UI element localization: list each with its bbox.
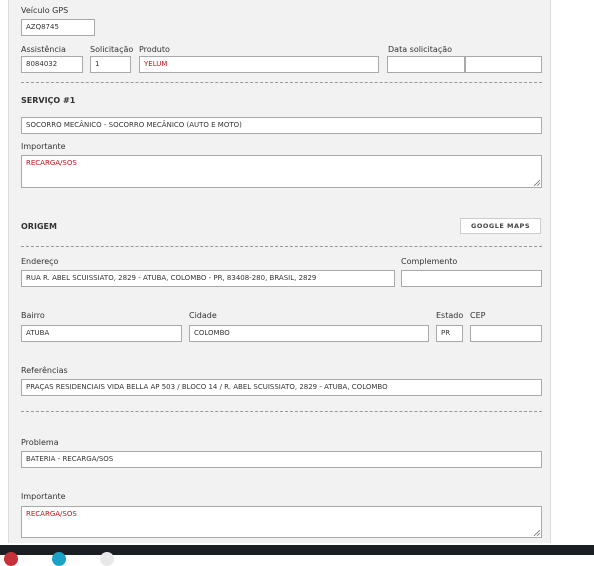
complemento-label: Complemento: [401, 257, 458, 266]
resize-grip-icon[interactable]: [534, 530, 540, 536]
divider: [21, 411, 542, 412]
problem-importante-text: RECARGA/SOS: [26, 510, 77, 518]
problema-field[interactable]: BATERIA - RECARGA/SOS: [21, 451, 542, 468]
service-importante-text: RECARGA/SOS: [26, 159, 77, 167]
resize-grip-icon[interactable]: [534, 180, 540, 186]
data-solicitacao-time-field[interactable]: [465, 56, 542, 73]
referencias-field[interactable]: PRAÇAS RESIDENCIAIS VIDA BELLA AP 503 / …: [21, 379, 542, 396]
divider: [21, 82, 542, 83]
endereco-label: Endereço: [21, 257, 59, 266]
problema-label: Problema: [21, 438, 59, 447]
problem-importante-label: Importante: [21, 492, 66, 501]
produto-field[interactable]: YELUM: [139, 56, 379, 73]
bairro-label: Bairro: [21, 311, 45, 320]
cep-label: CEP: [470, 311, 486, 320]
google-maps-button[interactable]: GOOGLE MAPS: [460, 218, 541, 234]
cep-field[interactable]: [470, 325, 542, 342]
divider: [21, 246, 542, 247]
produto-label: Produto: [139, 45, 170, 54]
complemento-field[interactable]: [401, 270, 542, 287]
service-importante-label: Importante: [21, 142, 66, 151]
service-importante-textarea[interactable]: RECARGA/SOS: [21, 155, 542, 188]
assistencia-field[interactable]: 8084032: [21, 56, 83, 73]
data-solicitacao-label: Data solicitação: [388, 45, 453, 54]
estado-field[interactable]: PR: [436, 325, 463, 342]
taskbar: [0, 545, 594, 555]
app-icon[interactable]: [100, 552, 114, 566]
cidade-field[interactable]: COLOMBO: [189, 325, 429, 342]
referencias-label: Referências: [21, 366, 68, 375]
problem-importante-textarea[interactable]: RECARGA/SOS: [21, 506, 542, 538]
service-field[interactable]: SOCORRO MECÂNICO - SOCORRO MECÂNICO (AUT…: [21, 117, 542, 134]
solicitacao-label: Solicitação: [90, 45, 134, 54]
vehicle-gps-label: Veículo GPS: [21, 6, 69, 15]
vehicle-gps-field[interactable]: AZQ8745: [21, 19, 95, 36]
app-icon[interactable]: [4, 552, 18, 566]
cidade-label: Cidade: [189, 311, 217, 320]
estado-label: Estado: [436, 311, 464, 320]
assistencia-label: Assistência: [21, 45, 66, 54]
origin-title: ORIGEM: [21, 222, 57, 231]
endereco-field[interactable]: RUA R. ABEL SCUISSIATO, 2829 - ATUBA, CO…: [21, 270, 395, 287]
solicitacao-field[interactable]: 1: [90, 56, 131, 73]
service-title: SERVIÇO #1: [21, 96, 76, 105]
app-icon[interactable]: [52, 552, 66, 566]
data-solicitacao-date-field[interactable]: [387, 56, 465, 73]
bairro-field[interactable]: ATUBA: [21, 325, 182, 342]
